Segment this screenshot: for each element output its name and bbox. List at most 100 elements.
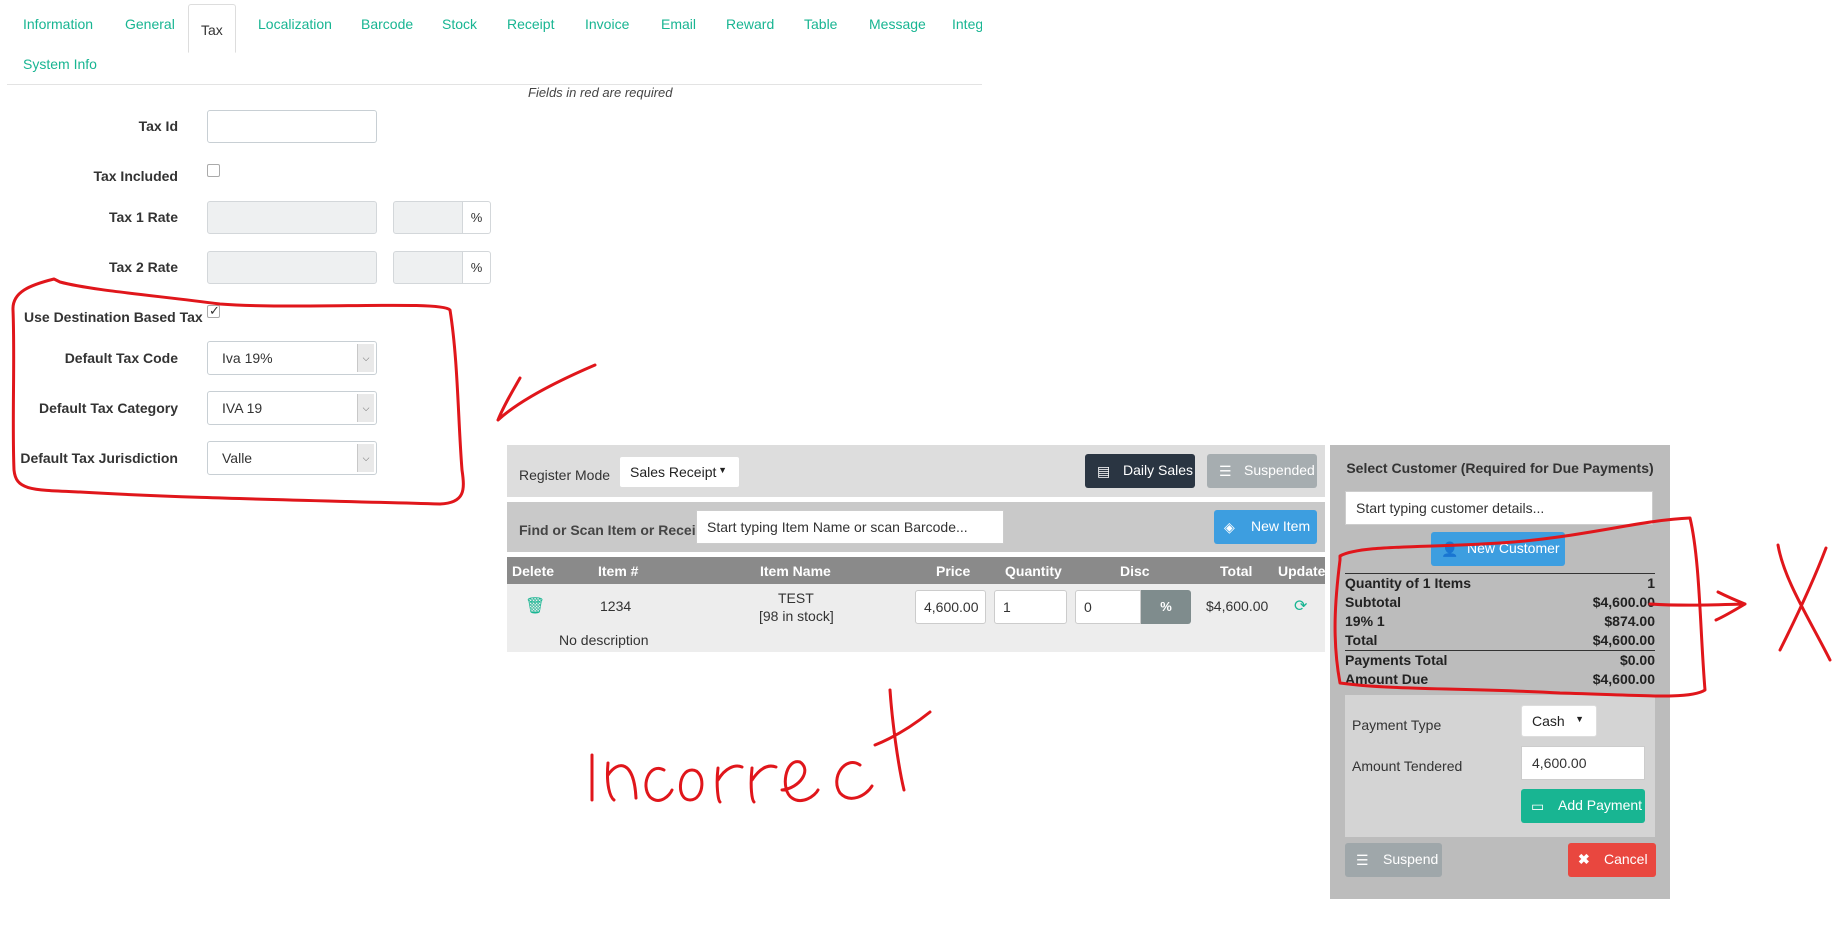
amount-tendered-label: Amount Tendered <box>1352 758 1463 774</box>
caret-down-icon: ▼ <box>1575 714 1584 724</box>
caret-down-icon: ▼ <box>718 465 727 475</box>
col-price: Price <box>936 563 971 579</box>
settings-tabs: Information General Tax Localization Bar… <box>7 0 982 84</box>
table-row: 🗑 1234 TEST [98 in stock] 4,600.00 1 0 %… <box>507 584 1325 652</box>
col-delete: Delete <box>512 563 555 579</box>
tab-integrations[interactable]: Integ <box>952 16 982 32</box>
tax1-percent-input[interactable] <box>393 201 463 234</box>
list-icon: ☰ <box>1356 852 1369 868</box>
tax2-percent-input[interactable] <box>393 251 463 284</box>
default-tax-jurisdiction-select[interactable]: Valle ⌵ <box>207 441 377 475</box>
new-item-button[interactable]: ◈ New Item <box>1214 510 1317 544</box>
item-description: No description <box>559 632 649 648</box>
annotation-checkmark <box>496 363 597 422</box>
tax-included-checkbox[interactable] <box>207 164 220 177</box>
suspended-button[interactable]: ☰ Suspended <box>1207 454 1317 488</box>
calendar-list-icon: ▤ <box>1097 463 1111 479</box>
tax2-rate-label: Tax 2 Rate <box>109 259 178 275</box>
register-mode-bar: Register Mode Sales Receipt ▼ ▤ Daily Sa… <box>507 445 1325 497</box>
quantity-input[interactable]: 1 <box>994 590 1067 624</box>
col-item-number: Item # <box>598 563 639 579</box>
tab-information[interactable]: Information <box>23 16 93 32</box>
new-item-label: New Item <box>1251 518 1311 534</box>
amount-tendered-input[interactable]: 4,600.00 <box>1521 746 1645 780</box>
default-tax-category-label: Default Tax Category <box>39 400 178 416</box>
user-icon: 👤 <box>1441 541 1459 557</box>
default-tax-category-select[interactable]: IVA 19 ⌵ <box>207 391 377 425</box>
tab-localization[interactable]: Localization <box>258 16 332 32</box>
annotation-incorrect-text <box>590 688 932 804</box>
refresh-icon[interactable]: ⟳ <box>1294 596 1307 616</box>
cancel-button[interactable]: ✖ Cancel <box>1568 843 1656 877</box>
chevron-down-icon: ⌵ <box>357 444 374 472</box>
default-tax-code-select[interactable]: Iva 19% ⌵ <box>207 341 377 375</box>
customer-search-input[interactable]: Start typing customer details... <box>1345 491 1653 525</box>
discount-input[interactable]: 0 <box>1075 590 1141 624</box>
summary-value: $4,600.00 <box>1592 594 1655 610</box>
cancel-label: Cancel <box>1604 851 1648 867</box>
payment-type-dropdown[interactable]: Cash ▼ <box>1521 705 1597 737</box>
suspended-label: Suspended <box>1244 462 1315 478</box>
register-mode-dropdown[interactable]: Sales Receipt ▼ <box>619 456 740 488</box>
tax2-rate-input[interactable] <box>207 251 377 284</box>
close-icon: ✖ <box>1578 851 1590 867</box>
tabs-divider <box>7 84 982 85</box>
summary-label: Payments Total <box>1345 652 1448 668</box>
tax-id-input[interactable] <box>207 110 377 143</box>
item-stock: [98 in stock] <box>759 608 834 624</box>
new-customer-button[interactable]: 👤 New Customer <box>1431 532 1565 566</box>
find-item-bar: Find or Scan Item or Receipt Start typin… <box>507 502 1325 552</box>
suspend-label: Suspend <box>1383 851 1439 867</box>
tax-id-label: Tax Id <box>138 118 178 134</box>
tab-general[interactable]: General <box>125 16 175 32</box>
default-tax-jurisdiction-label: Default Tax Jurisdiction <box>20 450 178 466</box>
discount-value: 0 <box>1084 599 1092 615</box>
tab-barcode[interactable]: Barcode <box>361 16 413 32</box>
list-icon: ☰ <box>1219 463 1232 479</box>
daily-sales-button[interactable]: ▤ Daily Sales <box>1085 454 1195 488</box>
summary-label: 19% 1 <box>1345 613 1385 629</box>
summary-value: 1 <box>1647 575 1655 591</box>
tax1-rate-input[interactable] <box>207 201 377 234</box>
summary-value: $4,600.00 <box>1592 632 1655 648</box>
tax1-percent-addon: % <box>463 201 491 234</box>
annotation-x-mark <box>1776 543 1832 662</box>
quantity-value: 1 <box>1003 599 1011 615</box>
customer-panel: Select Customer (Required for Due Paymen… <box>1330 445 1670 899</box>
cart-table-header: Delete Item # Item Name Price Quantity D… <box>507 557 1325 584</box>
destination-tax-checkbox[interactable]: ✓ <box>207 303 220 318</box>
checkmark-icon: ✓ <box>209 303 220 318</box>
tab-email[interactable]: Email <box>661 16 696 32</box>
credit-card-icon: ▭ <box>1531 798 1545 814</box>
tab-message[interactable]: Message <box>869 16 926 32</box>
summary-value: $4,600.00 <box>1592 671 1655 687</box>
tab-receipt[interactable]: Receipt <box>507 16 554 32</box>
destination-tax-label: Use Destination Based Tax <box>24 309 203 325</box>
tab-stock[interactable]: Stock <box>442 16 477 32</box>
col-disc: Disc <box>1120 563 1150 579</box>
item-search-placeholder: Start typing Item Name or scan Barcode..… <box>707 519 968 535</box>
discount-type-toggle[interactable]: % <box>1141 590 1191 624</box>
payment-type-value: Cash <box>1532 713 1565 729</box>
trash-icon[interactable]: 🗑 <box>525 596 545 616</box>
item-search-input[interactable]: Start typing Item Name or scan Barcode..… <box>696 510 1004 544</box>
default-tax-code-label: Default Tax Code <box>64 350 178 366</box>
daily-sales-label: Daily Sales <box>1123 462 1194 478</box>
tab-tax[interactable]: Tax <box>188 4 236 53</box>
summary-value: $0.00 <box>1619 652 1655 668</box>
tab-invoice[interactable]: Invoice <box>585 16 629 32</box>
tab-reward[interactable]: Reward <box>726 16 774 32</box>
line-total: $4,600.00 <box>1206 598 1269 614</box>
price-input[interactable]: 4,600.00 <box>915 590 986 624</box>
customer-search-placeholder: Start typing customer details... <box>1356 500 1545 516</box>
chevron-down-icon: ⌵ <box>357 344 374 372</box>
payment-type-label: Payment Type <box>1352 717 1442 733</box>
tab-system-info[interactable]: System Info <box>23 56 97 72</box>
amount-tendered-value: 4,600.00 <box>1532 755 1587 771</box>
suspend-button[interactable]: ☰ Suspend <box>1345 843 1442 877</box>
item-name[interactable]: TEST <box>778 590 814 606</box>
default-tax-code-value: Iva 19% <box>222 350 273 366</box>
add-payment-button[interactable]: ▭ Add Payment <box>1521 789 1645 823</box>
register-mode-label: Register Mode <box>519 467 611 483</box>
tab-table[interactable]: Table <box>804 16 837 32</box>
